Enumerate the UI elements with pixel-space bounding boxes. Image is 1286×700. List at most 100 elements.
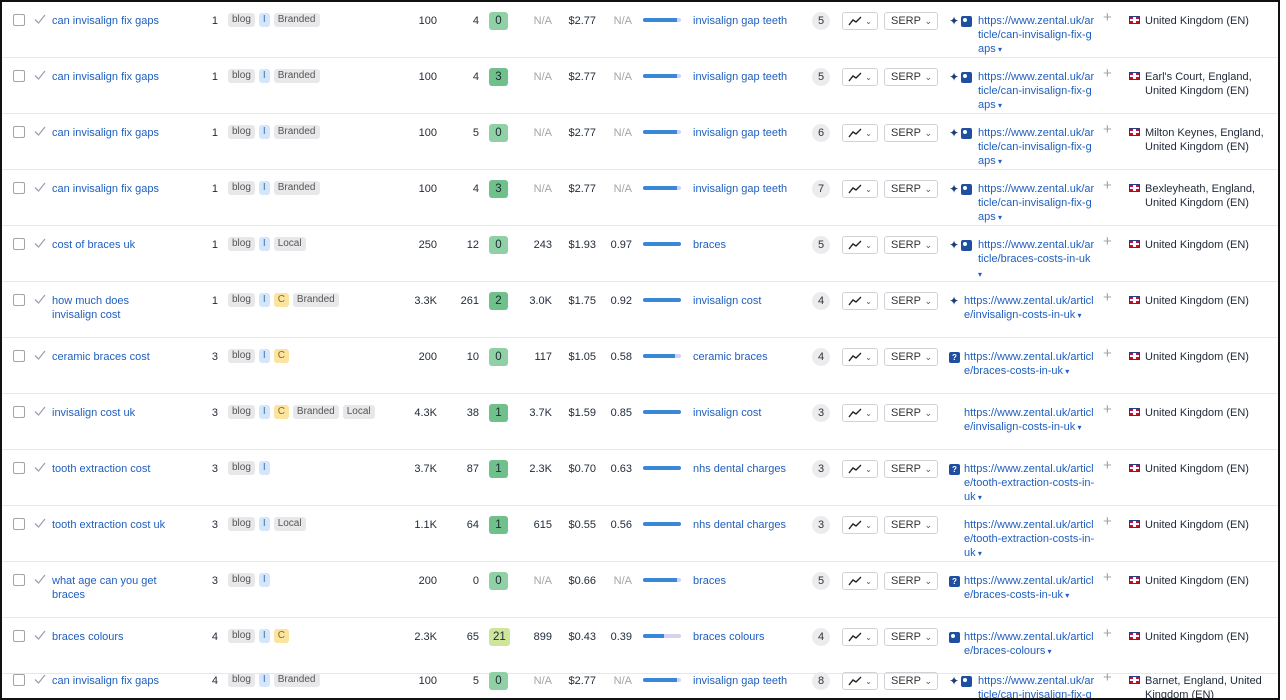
results-count-badge: 7: [812, 180, 830, 198]
url-link[interactable]: https://www.zental.uk/article/braces-cos…: [964, 574, 1098, 603]
serp-dropdown[interactable]: SERP ⌄: [884, 180, 938, 198]
serp-dropdown[interactable]: SERP ⌄: [884, 628, 938, 646]
url-link[interactable]: https://www.zental.uk/article/braces-col…: [964, 630, 1098, 659]
parent-topic-link[interactable]: braces: [693, 238, 813, 252]
trend-dropdown[interactable]: ⌄: [842, 68, 878, 86]
parent-topic-link[interactable]: ceramic braces: [693, 350, 813, 364]
uk-flag-icon: [1129, 520, 1140, 528]
keyword-link[interactable]: can invisalign fix gaps: [52, 126, 172, 140]
row-checkbox[interactable]: [13, 574, 25, 586]
plus-icon[interactable]: +: [1103, 626, 1112, 641]
serp-dropdown[interactable]: SERP ⌄: [884, 12, 938, 30]
plus-icon[interactable]: +: [1103, 514, 1112, 529]
row-checkbox[interactable]: [13, 70, 25, 82]
parent-topic-link[interactable]: invisalign gap teeth: [693, 182, 813, 196]
url-link[interactable]: https://www.zental.uk/article/braces-cos…: [978, 238, 1096, 282]
row-checkbox[interactable]: [13, 14, 25, 26]
serp-dropdown[interactable]: SERP ⌄: [884, 348, 938, 366]
url-link[interactable]: https://www.zental.uk/article/can-invisa…: [978, 14, 1096, 57]
url-link[interactable]: https://www.zental.uk/article/tooth-extr…: [964, 462, 1098, 505]
plus-icon[interactable]: +: [1103, 234, 1112, 249]
parent-topic-link[interactable]: nhs dental charges: [693, 462, 813, 476]
url-link[interactable]: https://www.zental.uk/article/can-invisa…: [978, 70, 1096, 113]
trend-dropdown[interactable]: ⌄: [842, 460, 878, 478]
traffic-value: N/A: [533, 71, 552, 83]
row-checkbox[interactable]: [13, 350, 25, 362]
plus-icon[interactable]: +: [1103, 402, 1112, 417]
trend-dropdown[interactable]: ⌄: [842, 12, 878, 30]
parent-topic-link[interactable]: invisalign cost: [693, 294, 813, 308]
serp-dropdown[interactable]: SERP ⌄: [884, 672, 938, 690]
plus-icon[interactable]: +: [1103, 458, 1112, 473]
keyword-link[interactable]: can invisalign fix gaps: [52, 14, 172, 28]
trend-dropdown[interactable]: ⌄: [842, 348, 878, 366]
serp-dropdown[interactable]: SERP ⌄: [884, 292, 938, 310]
keyword-link[interactable]: braces colours: [52, 630, 172, 644]
row-checkbox[interactable]: [13, 674, 25, 686]
keyword-link[interactable]: can invisalign fix gaps: [52, 70, 172, 84]
competition-bar: [643, 298, 681, 302]
row-checkbox[interactable]: [13, 238, 25, 250]
plus-icon[interactable]: +: [1103, 10, 1112, 25]
serp-dropdown[interactable]: SERP ⌄: [884, 68, 938, 86]
serp-dropdown[interactable]: SERP ⌄: [884, 236, 938, 254]
trend-dropdown[interactable]: ⌄: [842, 292, 878, 310]
parent-topic-link[interactable]: invisalign cost: [693, 406, 813, 420]
trend-dropdown[interactable]: ⌄: [842, 404, 878, 422]
plus-icon[interactable]: +: [1103, 570, 1112, 585]
trend-dropdown[interactable]: ⌄: [842, 572, 878, 590]
serp-label: SERP: [891, 463, 921, 475]
serp-dropdown[interactable]: SERP ⌄: [884, 460, 938, 478]
trend-dropdown[interactable]: ⌄: [842, 516, 878, 534]
parent-topic-link[interactable]: braces: [693, 574, 813, 588]
parent-topic-link[interactable]: invisalign gap teeth: [693, 126, 813, 140]
competition-bar: [643, 634, 681, 638]
keyword-link[interactable]: how much does invisalign cost: [52, 294, 172, 322]
plus-icon[interactable]: +: [1103, 346, 1112, 361]
competition-bar-fill: [643, 130, 678, 134]
serp-dropdown[interactable]: SERP ⌄: [884, 124, 938, 142]
parent-topic-link[interactable]: invisalign gap teeth: [693, 14, 813, 28]
keyword-link[interactable]: tooth extraction cost: [52, 462, 172, 476]
url-link[interactable]: https://www.zental.uk/article/tooth-extr…: [964, 518, 1098, 561]
row-checkbox[interactable]: [13, 630, 25, 642]
trend-dropdown[interactable]: ⌄: [842, 180, 878, 198]
url-link[interactable]: https://www.zental.uk/article/invisalign…: [964, 406, 1098, 435]
row-checkbox[interactable]: [13, 126, 25, 138]
plus-icon[interactable]: +: [1103, 290, 1112, 305]
plus-icon[interactable]: +: [1103, 178, 1112, 193]
url-link[interactable]: https://www.zental.uk/article/can-invisa…: [978, 674, 1096, 698]
keyword-link[interactable]: invisalign cost uk: [52, 406, 172, 420]
row-checkbox[interactable]: [13, 462, 25, 474]
uk-flag-icon: [1129, 184, 1140, 192]
url-link[interactable]: https://www.zental.uk/article/invisalign…: [964, 294, 1098, 323]
parent-topic-link[interactable]: braces colours: [693, 630, 813, 644]
trend-dropdown[interactable]: ⌄: [842, 236, 878, 254]
position-value: 4: [211, 631, 218, 643]
serp-dropdown[interactable]: SERP ⌄: [884, 516, 938, 534]
parent-topic-link[interactable]: invisalign gap teeth: [693, 674, 813, 688]
plus-icon[interactable]: +: [1103, 670, 1112, 685]
url-link[interactable]: https://www.zental.uk/article/can-invisa…: [978, 126, 1096, 169]
keyword-link[interactable]: what age can you get braces: [52, 574, 172, 602]
keyword-link[interactable]: cost of braces uk: [52, 238, 172, 252]
row-checkbox[interactable]: [13, 406, 25, 418]
keyword-link[interactable]: can invisalign fix gaps: [52, 182, 172, 196]
serp-dropdown[interactable]: SERP ⌄: [884, 572, 938, 590]
url-link[interactable]: https://www.zental.uk/article/can-invisa…: [978, 182, 1096, 225]
parent-topic-link[interactable]: invisalign gap teeth: [693, 70, 813, 84]
keyword-link[interactable]: can invisalign fix gaps: [52, 674, 172, 688]
keyword-link[interactable]: ceramic braces cost: [52, 350, 172, 364]
row-checkbox[interactable]: [13, 518, 25, 530]
trend-dropdown[interactable]: ⌄: [842, 672, 878, 690]
trend-dropdown[interactable]: ⌄: [842, 124, 878, 142]
plus-icon[interactable]: +: [1103, 66, 1112, 81]
parent-topic-link[interactable]: nhs dental charges: [693, 518, 813, 532]
plus-icon[interactable]: +: [1103, 122, 1112, 137]
row-checkbox[interactable]: [13, 294, 25, 306]
row-checkbox[interactable]: [13, 182, 25, 194]
trend-dropdown[interactable]: ⌄: [842, 628, 878, 646]
url-link[interactable]: https://www.zental.uk/article/braces-cos…: [964, 350, 1098, 379]
keyword-link[interactable]: tooth extraction cost uk: [52, 518, 172, 532]
serp-dropdown[interactable]: SERP ⌄: [884, 404, 938, 422]
